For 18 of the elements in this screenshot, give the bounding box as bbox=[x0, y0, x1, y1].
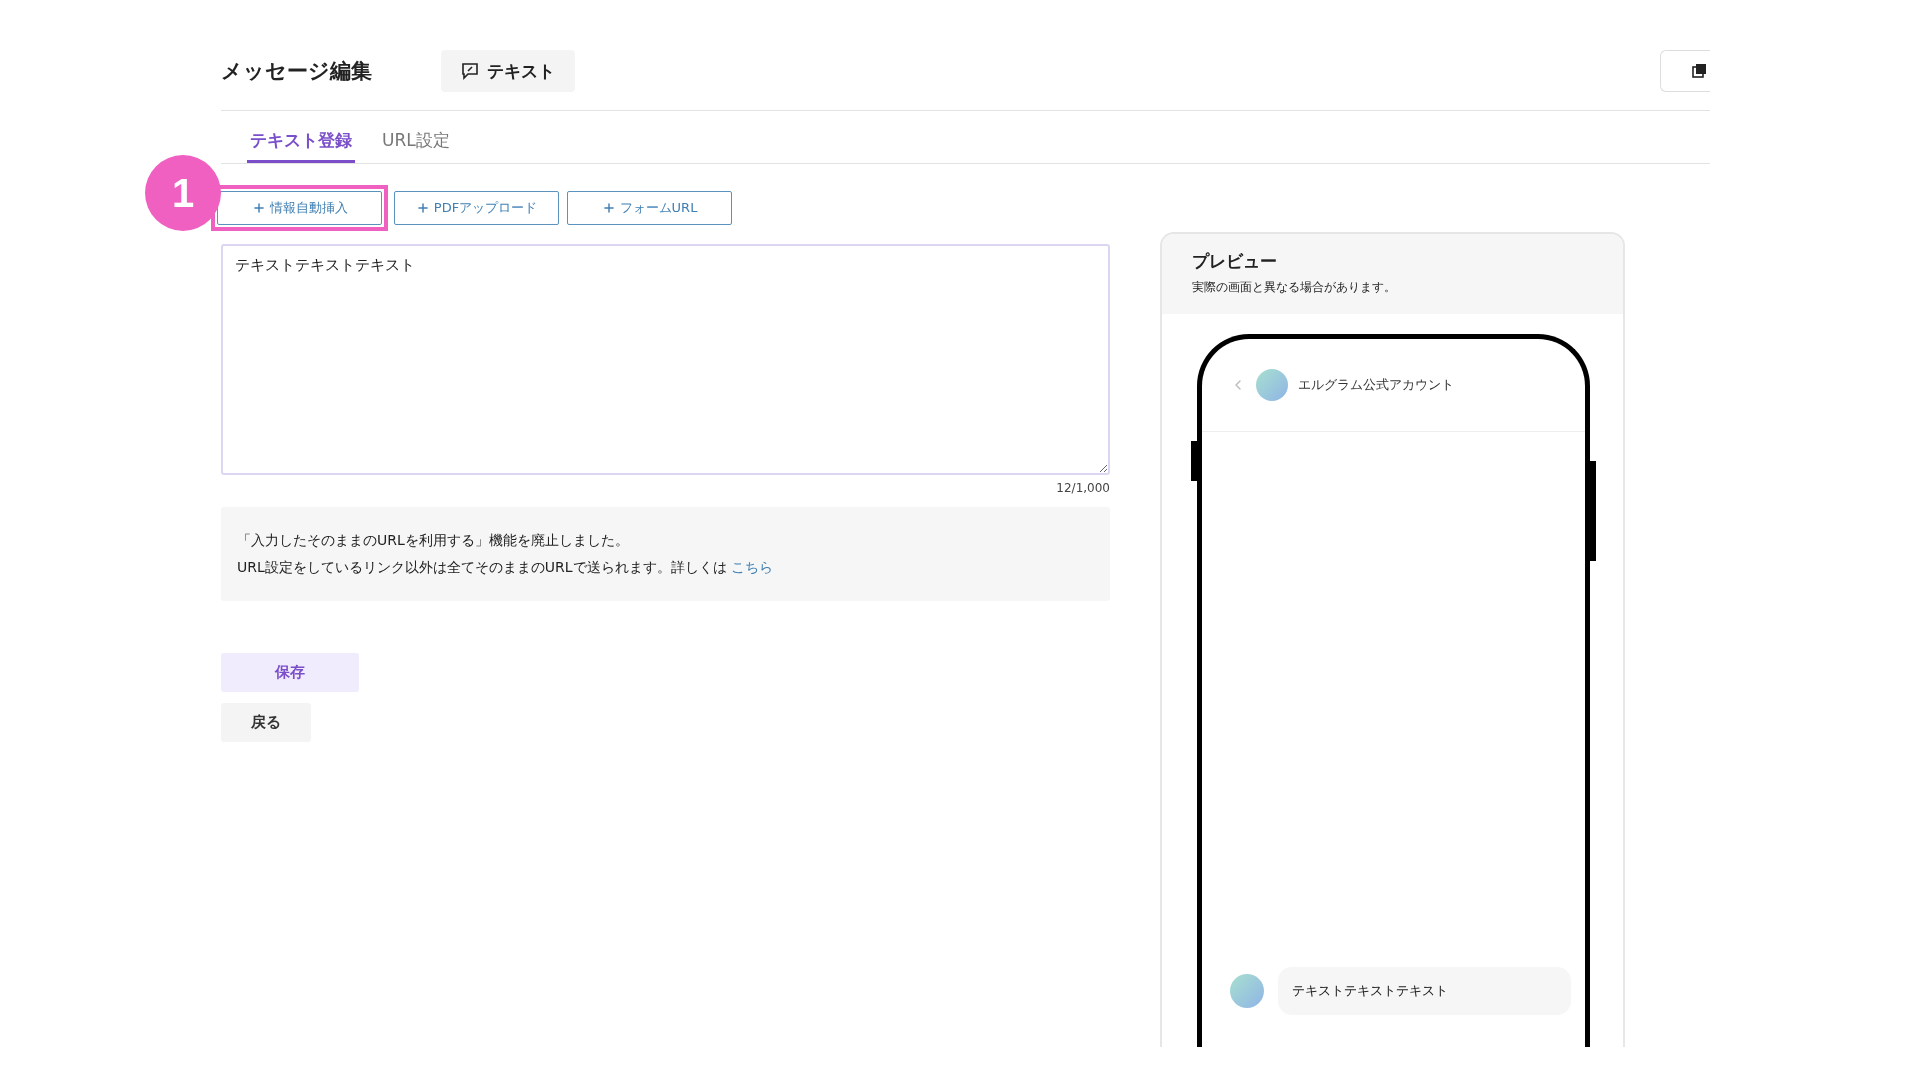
tab[interactable]: テキスト登録 bbox=[247, 129, 355, 163]
save-button[interactable]: 保存 bbox=[221, 653, 359, 692]
account-name: エルグラム公式アカウント bbox=[1298, 376, 1454, 394]
insert-button[interactable]: フォームURL bbox=[567, 191, 732, 225]
step-number-badge: 1 bbox=[145, 155, 221, 231]
preview-note: 実際の画面と異なる場合があります。 bbox=[1192, 279, 1397, 296]
message-type-label: テキスト bbox=[487, 59, 555, 83]
preview-title: プレビュー bbox=[1192, 250, 1278, 273]
insert-button[interactable]: 情報自動挿入 bbox=[217, 191, 382, 225]
notice-text: 「入力したそのままのURLを利用する」機能を廃止しました。 URL設定をしているリンク以外は全てそのままのURLで送られます。詳しくは こちら bbox=[237, 531, 774, 577]
tab[interactable]: URL設定 bbox=[379, 129, 453, 163]
page-title: メッセージ編集 bbox=[221, 58, 373, 85]
back-button[interactable]: 戻る bbox=[221, 703, 311, 742]
insert-button[interactable]: PDFアップロード bbox=[394, 191, 559, 225]
character-counter: 12/1,000 bbox=[1055, 481, 1110, 495]
chat-bubble: テキストテキストテキスト bbox=[1278, 967, 1571, 1015]
details-link[interactable]: こちら bbox=[731, 559, 773, 575]
message-text-field[interactable]: テキストテキストテキスト bbox=[221, 244, 1110, 475]
